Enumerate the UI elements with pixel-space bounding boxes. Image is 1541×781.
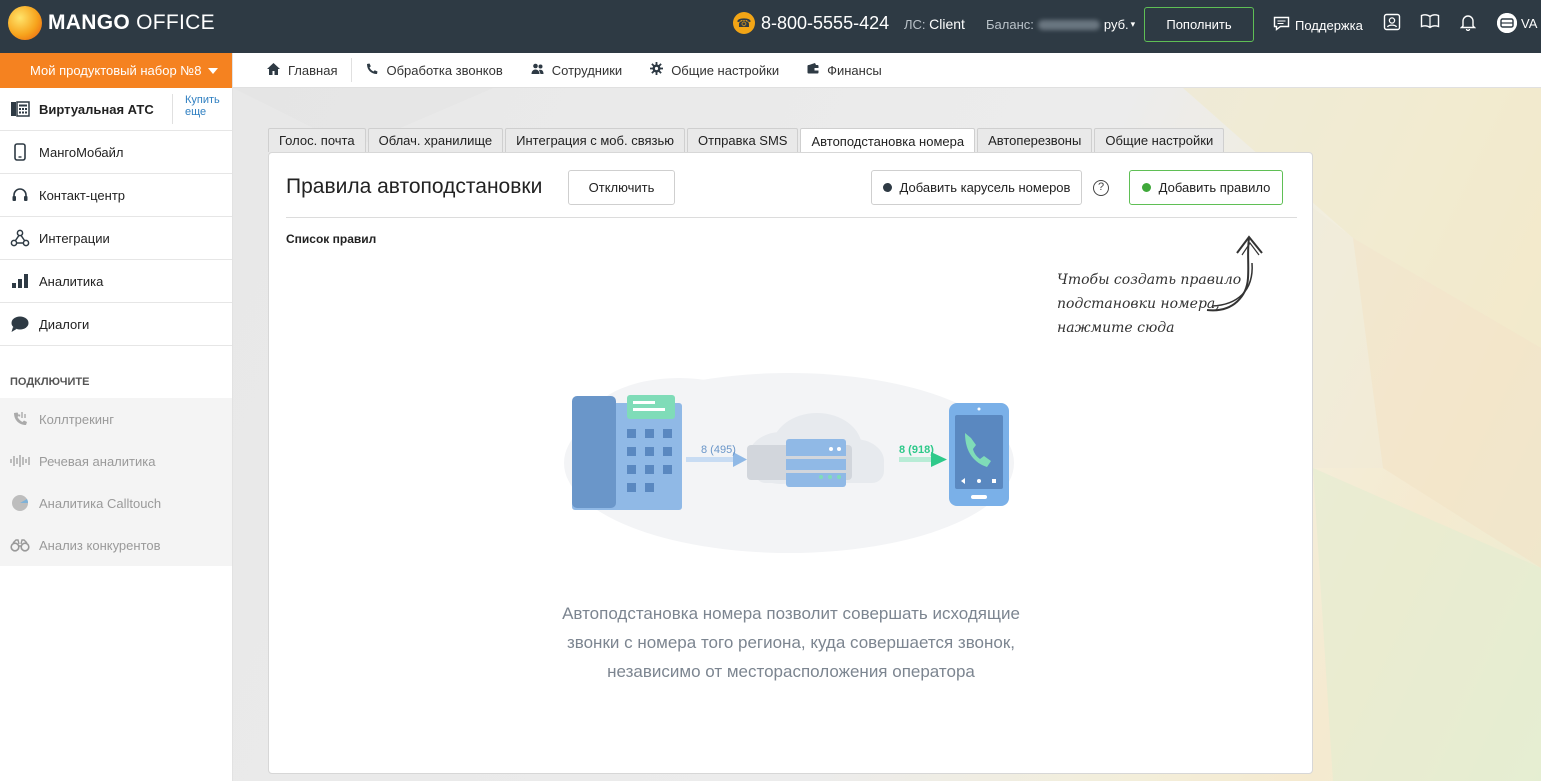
contacts-icon[interactable] [1381, 13, 1403, 35]
integrations-icon [10, 228, 30, 248]
chevron-down-icon [208, 68, 218, 74]
sidebar-item-speech-analytics[interactable]: Речевая аналитика [0, 440, 232, 482]
calltouch-icon [10, 493, 30, 513]
headset-icon [10, 185, 30, 205]
waveform-icon [10, 451, 30, 471]
mango-logo-icon [8, 6, 42, 40]
book-icon[interactable] [1419, 13, 1441, 35]
rules-card: Правила автоподстановки Отключить Добави… [268, 152, 1313, 774]
bell-icon[interactable] [1457, 13, 1479, 35]
tab-auto-callback[interactable]: Автоперезвоны [977, 128, 1093, 152]
gear-icon [650, 62, 664, 78]
user-initials: VA [1521, 15, 1538, 31]
product-set-dropdown[interactable]: Мой продуктовый набор №8 [0, 53, 232, 88]
add-carousel-button[interactable]: Добавить карусель номеров [871, 170, 1082, 205]
sidebar-item-dialogs[interactable]: Диалоги [0, 303, 232, 346]
topup-button[interactable]: Пополнить [1144, 7, 1254, 42]
sidebar-item-integrations[interactable]: Интеграции [0, 217, 232, 260]
nav-general-settings[interactable]: Общие настройки [636, 53, 793, 88]
account-value: Client [929, 16, 965, 32]
tab-auto-substitution[interactable]: Автоподстановка номера [800, 128, 976, 153]
add-rule-button[interactable]: Добавить правило [1129, 170, 1283, 205]
chat-bubble-icon [1273, 16, 1290, 35]
binoculars-icon [10, 535, 30, 555]
avatar [1497, 13, 1517, 33]
headset-icon: ☎ [733, 12, 755, 34]
account-info: ЛС: Client [904, 16, 965, 32]
user-menu[interactable]: VA [1497, 13, 1537, 33]
home-icon [267, 62, 280, 78]
sidebar-item-calltouch[interactable]: Аналитика Calltouch [0, 482, 232, 524]
illus-code-right: 8 (918) [899, 444, 934, 456]
sidebar-item-calltracking[interactable]: Коллтрекинг [0, 398, 232, 440]
sidebar-item-mangomobile[interactable]: МангоМобайл [0, 131, 232, 174]
disable-button[interactable]: Отключить [568, 170, 675, 205]
nav-call-processing[interactable]: Обработка звонков [352, 53, 516, 88]
top-bar: MANGO OFFICE ☎ 8-800-5555-424 ЛС: Client… [0, 0, 1541, 53]
mobile-icon [10, 142, 30, 162]
substitution-illustration: 8 (495) 8 (918) [564, 373, 1014, 553]
feature-description: Автоподстановка номера позволит совершат… [562, 604, 1020, 681]
support-phone: ☎ 8-800-5555-424 [733, 12, 889, 34]
balance-value-hidden [1037, 19, 1100, 30]
page-title: Правила автоподстановки [286, 175, 543, 198]
sidebar-item-contact-center[interactable]: Контакт-центр [0, 174, 232, 217]
calltracking-icon [10, 409, 30, 429]
buy-more-link[interactable]: Купить еще [172, 94, 232, 124]
currency-dropdown[interactable]: руб. [1104, 17, 1129, 32]
logo-text: MANGO OFFICE [48, 11, 215, 34]
wallet-icon [807, 63, 819, 77]
divider [286, 217, 1297, 218]
connect-list: Коллтрекинг Речевая аналитика Аналитика … [0, 398, 232, 566]
rules-list-label: Список правил [286, 232, 377, 246]
sidebar-item-virtual-pbx[interactable]: Виртуальная АТС Купить еще [0, 88, 232, 131]
nav-finance[interactable]: Финансы [793, 53, 896, 88]
phone-number: 8-800-5555-424 [761, 12, 890, 33]
mango-logo[interactable]: MANGO OFFICE [8, 6, 215, 40]
tab-send-sms[interactable]: Отправка SMS [687, 128, 799, 152]
tab-mobile-integration[interactable]: Интеграция с моб. связью [505, 128, 685, 152]
nav-employees[interactable]: Сотрудники [517, 53, 636, 88]
settings-tabs: Голос. почта Облач. хранилище Интеграция… [268, 128, 1225, 153]
plus-circle-icon [1141, 183, 1151, 192]
tab-cloud-storage[interactable]: Облач. хранилище [367, 128, 504, 152]
help-icon[interactable]: ? [1093, 180, 1109, 196]
chevron-down-icon: ▾ [1130, 19, 1136, 29]
bar-chart-icon [10, 271, 30, 291]
pbx-icon [10, 99, 30, 119]
plus-circle-icon [882, 183, 892, 192]
tab-general-settings[interactable]: Общие настройки [1094, 128, 1225, 152]
phone-icon [366, 63, 378, 78]
sidebar-item-competitor-analysis[interactable]: Анализ конкурентов [0, 524, 232, 566]
sidebar: Мой продуктовый набор №8 Виртуальная АТС… [0, 53, 233, 781]
balance-info[interactable]: Баланс: руб. ▾ [986, 17, 1135, 32]
nav-home[interactable]: Главная [253, 53, 351, 88]
curved-arrow-icon [1206, 235, 1263, 312]
sidebar-item-analytics[interactable]: Аналитика [0, 260, 232, 303]
tab-voicemail[interactable]: Голос. почта [268, 128, 366, 152]
people-icon [531, 63, 544, 77]
illus-code-left: 8 (495) [701, 444, 736, 456]
chat-icon [10, 314, 30, 334]
support-link[interactable]: Поддержка [1273, 16, 1363, 35]
main-nav: Главная Обработка звонков Сотрудники Общ… [233, 53, 1541, 88]
connect-section-title: ПОДКЛЮЧИТЕ [10, 376, 90, 388]
